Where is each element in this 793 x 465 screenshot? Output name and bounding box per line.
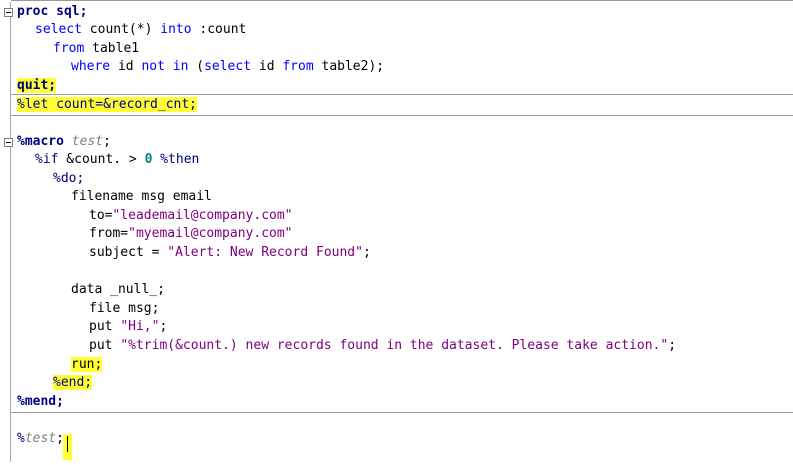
code-token: ( <box>188 59 205 74</box>
code-line[interactable]: %end; <box>53 374 93 392</box>
code-token: id <box>110 59 142 74</box>
code-line[interactable]: put "Hi,"; <box>89 318 167 336</box>
code-token: ; <box>159 319 168 334</box>
code-token: %then <box>160 152 200 167</box>
section-separator <box>11 94 793 95</box>
highlighted-token: %let count=&record_cnt; <box>17 97 198 112</box>
code-token: select <box>35 22 82 37</box>
code-line[interactable]: %do; <box>53 170 84 188</box>
code-token: % <box>17 431 25 446</box>
code-line[interactable]: from table1 <box>53 40 139 58</box>
code-token: to= <box>89 208 113 223</box>
code-line[interactable]: %test; <box>17 430 64 448</box>
code-line[interactable]: %if &count. > 0 %then <box>35 151 199 169</box>
code-line[interactable]: to="leademail@company.com" <box>89 207 293 225</box>
code-token: "Alert: New Record Found" <box>167 245 363 260</box>
section-separator <box>11 412 793 413</box>
code-token: from= <box>89 226 129 241</box>
code-token: not <box>141 59 165 74</box>
code-line[interactable]: quit; <box>17 77 57 95</box>
code-token: subject = <box>89 245 168 260</box>
code-line[interactable]: from="myemail@company.com" <box>89 225 293 243</box>
code-token: test <box>71 134 104 149</box>
code-token: table1 <box>84 41 140 56</box>
code-line[interactable]: %let count=&record_cnt; <box>17 96 198 114</box>
code-token: :count <box>191 22 247 37</box>
collapse-macro-icon[interactable] <box>4 138 13 147</box>
code-token: id <box>251 59 283 74</box>
code-token: into <box>160 22 192 37</box>
highlighted-token: run; <box>71 357 103 372</box>
code-line[interactable]: %mend; <box>17 393 64 411</box>
code-token: %macro <box>17 134 64 149</box>
code-token: %do; <box>53 171 85 186</box>
code-token: &count. > <box>58 152 145 167</box>
highlighted-token: quit; <box>17 78 57 93</box>
code-token: "myemail@company.com" <box>128 226 293 241</box>
code-token: ; <box>103 134 111 149</box>
code-token: ; <box>668 338 677 353</box>
code-token: select <box>204 59 252 74</box>
code-token: filename msg email <box>71 189 212 204</box>
code-token: data _null_; <box>71 282 165 297</box>
code-line[interactable]: put "%trim(&count.) new records found in… <box>89 337 676 355</box>
text-cursor <box>63 434 72 460</box>
code-line[interactable]: %macro test; <box>17 133 111 151</box>
code-token: ; <box>362 245 371 260</box>
code-token: where <box>71 59 111 74</box>
code-token: %mend; <box>17 394 64 409</box>
code-line[interactable]: subject = "Alert: New Record Found"; <box>89 244 371 262</box>
code-line[interactable]: run; <box>71 356 103 374</box>
code-token: test <box>24 431 57 446</box>
code-token: proc sql <box>17 4 80 19</box>
code-token: table2); <box>313 59 385 74</box>
highlighted-token: %end; <box>53 375 93 390</box>
section-separator <box>11 115 793 116</box>
code-token: file msg; <box>89 301 160 316</box>
code-token: "%trim(&count.) new records found in the… <box>120 338 669 353</box>
code-line[interactable]: filename msg email <box>71 188 212 206</box>
code-line[interactable]: file msg; <box>89 300 159 318</box>
fold-gutter-rule <box>10 2 11 462</box>
code-line[interactable]: select count(*) into :count <box>35 21 246 39</box>
code-token: from <box>282 59 314 74</box>
code-token: put <box>89 338 121 353</box>
code-token: "leademail@company.com" <box>112 208 293 223</box>
code-token: put <box>89 319 121 334</box>
code-line[interactable]: proc sql; <box>17 3 87 21</box>
code-token: "Hi," <box>120 319 160 334</box>
code-editor[interactable]: proc sql; select count(*) into :count fr… <box>0 0 793 465</box>
code-line[interactable]: data _null_; <box>71 281 165 299</box>
code-token: in <box>172 59 189 74</box>
code-token: %if <box>35 152 59 167</box>
section-separator <box>11 0 793 1</box>
code-line[interactable]: where id not in (select id from table2); <box>71 58 384 76</box>
code-token: ; <box>79 4 88 19</box>
code-token: from <box>53 41 85 56</box>
collapse-proc-sql-icon[interactable] <box>4 8 13 17</box>
code-token: count(*) <box>81 22 161 37</box>
